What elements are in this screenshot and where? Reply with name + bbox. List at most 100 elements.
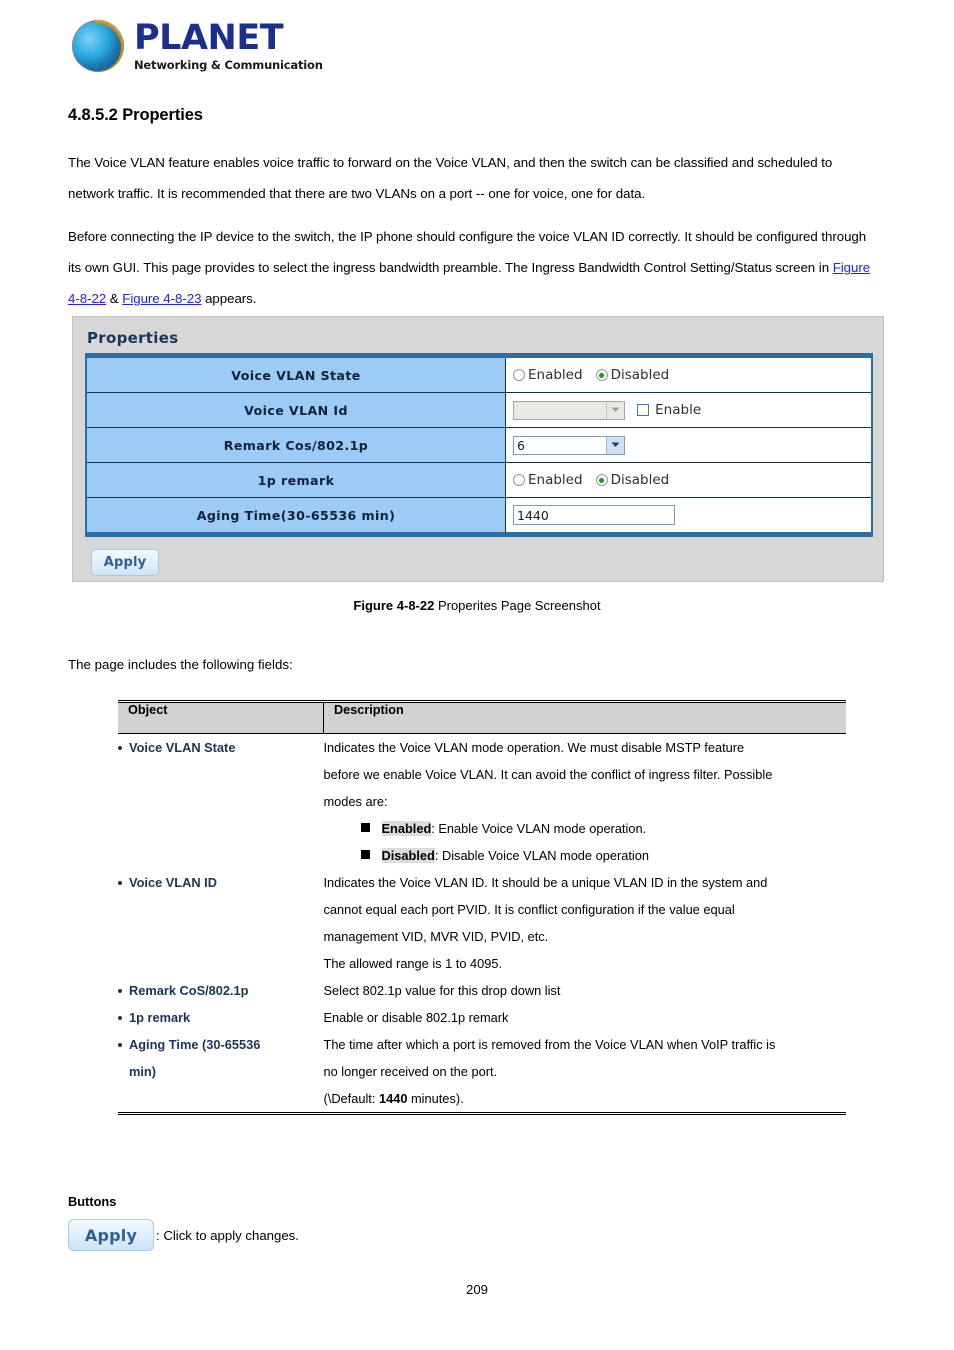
one-p-remark-radio-group: Enabled Disabled [513,472,871,488]
description-line: The allowed range is 1 to 4095. [323,956,503,971]
description-line: Enable or disable 802.1p remark [323,1010,509,1025]
remark-cos-value-cell: 6 [505,427,873,463]
properties-screenshot-panel: Properties Voice VLAN State Enabled Disa… [72,316,884,582]
remark-cos-select-value: 6 [517,437,525,453]
description-line: Select 802.1p value for this drop down l… [323,983,561,998]
bullet-icon [118,746,122,750]
table-row: Voice VLAN Id Enable [85,392,873,428]
description-line: modes are: [323,794,388,809]
voice-vlan-state-radio-disabled[interactable]: Disabled [595,367,670,383]
figure-caption: Figure 4-8-22 Properites Page Screenshot [0,598,954,613]
paragraph-2-text-start: Before connecting the IP device to the s… [68,229,867,275]
table-row: Remark Cos/802.1p 6 [85,427,873,463]
paragraph-2-amp: & [106,291,123,306]
buttons-section-row: Apply : Click to apply changes. [68,1219,299,1251]
brand-tagline: Networking & Communication [134,57,323,72]
voice-vlan-state-radio-group: Enabled Disabled [513,367,871,383]
table-row: Voice VLAN State Enabled Disabled [85,355,873,393]
bullet-term: Disabled [381,848,435,863]
aging-time-input[interactable]: 1440 [513,505,675,525]
page-title: 4.8.5.2 Properties [68,106,203,124]
voice-vlan-id-enable-label: Enable [655,402,702,418]
radio-unselected-icon[interactable] [513,474,525,486]
voice-vlan-id-select[interactable] [513,400,625,420]
table-row: Remark CoS/802.1p Select 802.1p value fo… [118,977,846,1004]
field-description-table: Object Description Voice VLAN State Indi… [118,700,846,1115]
object-cell-voice-vlan-id: Voice VLAN ID [118,869,324,977]
chevron-down-icon[interactable] [606,401,624,419]
radio-label: Enabled [528,472,583,488]
radio-unselected-icon[interactable] [513,369,525,381]
description-cell-voice-vlan-state: Indicates the Voice VLAN mode operation.… [324,734,847,870]
voice-vlan-id-label: Voice VLAN Id [85,392,506,428]
radio-label: Disabled [610,367,670,383]
voice-vlan-state-label: Voice VLAN State [85,355,506,393]
voice-vlan-state-radio-enabled[interactable]: Enabled [513,367,583,383]
aging-time-label: Aging Time(30-65536 min) [85,497,506,535]
bullet-icon [118,1016,122,1020]
bullet-icon [118,989,122,993]
object-cell-aging-time: Aging Time (30-65536 min) [118,1031,324,1114]
properties-panel-title: Properties [87,329,179,347]
planet-logo: PLANET Networking & Communication [72,18,323,74]
figure-caption-text: Properites Page Screenshot [434,598,601,613]
radio-selected-icon[interactable] [595,474,608,486]
table-row: Aging Time (30-65536 min) The time after… [118,1031,846,1114]
intro-paragraph-2: Before connecting the IP device to the s… [68,221,880,314]
radio-selected-icon[interactable] [595,369,608,381]
bullet-text: : Disable Voice VLAN mode operation [434,848,649,863]
bullet-text: : Enable Voice VLAN mode operation. [431,821,647,836]
description-line: Indicates the Voice VLAN mode operation.… [323,740,745,755]
intro-paragraph-1: The Voice VLAN feature enables voice tra… [68,155,833,201]
object-label: Voice VLAN State [118,734,324,761]
square-bullet-icon [360,850,370,859]
document-page: PLANET Networking & Communication 4.8.5.… [0,0,954,1350]
object-cell-1p-remark: 1p remark [118,1004,324,1031]
object-label-text: 1p remark [129,1010,191,1025]
figure-link-4-8-23[interactable]: Figure 4-8-23 [122,291,201,306]
description-line: no longer received on the port. [323,1064,498,1079]
description-cell-1p-remark: Enable or disable 802.1p remark [324,1004,847,1031]
object-cell-voice-vlan-state: Voice VLAN State [118,734,324,870]
object-label-text: Voice VLAN ID [129,875,217,890]
table-header-row: Object Description [118,701,846,734]
object-cell-remark-cos: Remark CoS/802.1p [118,977,324,1004]
description-line: Indicates the Voice VLAN ID. It should b… [323,875,768,890]
voice-vlan-id-enable-checkbox-wrap[interactable]: Enable [637,402,701,418]
table-row: Aging Time(30-65536 min) 1440 [85,497,873,535]
remark-cos-select[interactable]: 6 [513,435,625,455]
table-row: 1p remark Enabled Disabled [85,462,873,498]
remark-cos-label: Remark Cos/802.1p [85,427,506,463]
radio-label: Disabled [610,472,670,488]
apply-button[interactable]: Apply [91,549,159,576]
bullet-icon [118,881,122,885]
one-p-remark-radio-enabled[interactable]: Enabled [513,472,583,488]
default-suffix: minutes). [407,1091,464,1106]
object-label-text: Voice VLAN State [129,740,236,755]
buttons-section-heading: Buttons [68,1194,117,1209]
voice-vlan-id-value-cell: Enable [505,392,873,428]
one-p-remark-label: 1p remark [85,462,506,498]
logo-text: PLANET Networking & Communication [134,17,323,72]
table-row: Voice VLAN ID Indicates the Voice VLAN I… [118,869,846,977]
brand-name: PLANET [134,17,284,58]
default-value: 1440 [378,1091,408,1106]
object-label-continued: min) [129,1064,157,1079]
description-line: cannot equal each port PVID. It is confl… [323,902,735,917]
chevron-down-icon[interactable] [606,436,624,454]
apply-button-caption: : Click to apply changes. [156,1227,299,1243]
bullet-term: Enabled [381,821,432,836]
description-line: The time after which a port is removed f… [323,1037,776,1052]
radio-label: Enabled [528,367,583,383]
column-header-object: Object [118,701,324,734]
object-label: Aging Time (30-65536 [118,1031,324,1058]
description-line: management VID, MVR VID, PVID, etc. [323,929,549,944]
voice-vlan-id-select-value [514,402,606,419]
globe-icon [72,20,124,72]
apply-button-legend[interactable]: Apply [68,1219,154,1251]
one-p-remark-value-cell: Enabled Disabled [505,462,873,498]
object-label-text: Aging Time (30-65536 [129,1037,261,1052]
paragraph-2-text-end: appears. [201,291,257,306]
checkbox-unchecked-icon[interactable] [637,404,650,416]
one-p-remark-radio-disabled[interactable]: Disabled [595,472,670,488]
